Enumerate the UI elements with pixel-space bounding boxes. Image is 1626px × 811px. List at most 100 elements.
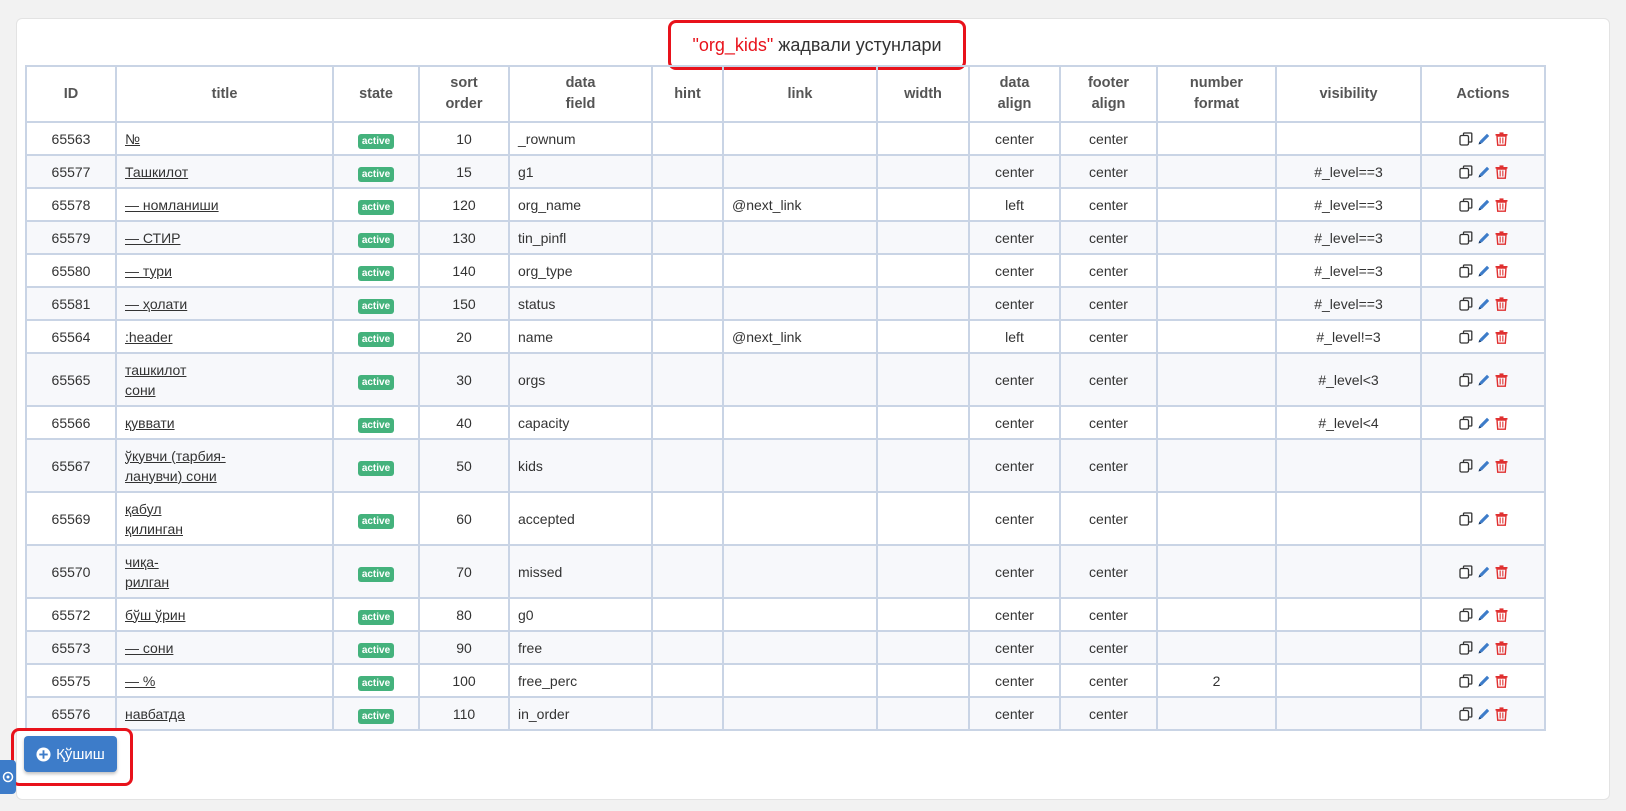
copy-icon[interactable] — [1458, 131, 1473, 146]
cell-visibility: #_level!=3 — [1275, 319, 1422, 354]
add-button[interactable]: Қўшиш — [24, 736, 117, 772]
delete-trash-icon[interactable] — [1495, 640, 1508, 655]
edit-pencil-icon[interactable] — [1477, 297, 1491, 311]
title-link[interactable]: қуввати — [125, 415, 175, 431]
column-header-title: title — [115, 65, 334, 123]
cell-title: қуввати — [115, 405, 334, 440]
cell-hint — [651, 187, 724, 222]
edit-pencil-icon[interactable] — [1477, 608, 1491, 622]
cell-title: — ҳолати — [115, 286, 334, 321]
cell-actions — [1420, 121, 1546, 156]
title-link[interactable]: қабул қилинган — [125, 501, 183, 537]
cell-data-field: tin_pinfl — [508, 220, 653, 255]
copy-icon[interactable] — [1458, 296, 1473, 311]
cell-footer-align: center — [1059, 121, 1158, 156]
edit-pencil-icon[interactable] — [1477, 641, 1491, 655]
delete-trash-icon[interactable] — [1495, 296, 1508, 311]
delete-trash-icon[interactable] — [1495, 372, 1508, 387]
copy-icon[interactable] — [1458, 230, 1473, 245]
cell-data-field: missed — [508, 544, 653, 599]
title-link[interactable]: бўш ўрин — [125, 607, 185, 623]
copy-icon[interactable] — [1458, 329, 1473, 344]
title-link[interactable]: — СТИР — [125, 230, 181, 246]
cell-footer-align: center — [1059, 220, 1158, 255]
delete-trash-icon[interactable] — [1495, 511, 1508, 526]
delete-trash-icon[interactable] — [1495, 564, 1508, 579]
title-link[interactable]: — сони — [125, 640, 173, 656]
table-row: 65581 — ҳолати active 150 status center center… — [25, 286, 1546, 321]
cell-visibility: #_level<3 — [1275, 352, 1422, 407]
delete-trash-icon[interactable] — [1495, 329, 1508, 344]
cell-title: — СТИР — [115, 220, 334, 255]
copy-icon[interactable] — [1458, 511, 1473, 526]
title-link[interactable]: — % — [125, 673, 155, 689]
edit-pencil-icon[interactable] — [1477, 565, 1491, 579]
copy-icon[interactable] — [1458, 564, 1473, 579]
copy-icon[interactable] — [1458, 372, 1473, 387]
title-link[interactable]: — ҳолати — [125, 296, 187, 312]
cell-sort-order: 50 — [418, 438, 510, 493]
cell-state: active — [332, 121, 420, 156]
cell-hint — [651, 696, 724, 731]
cell-actions — [1420, 220, 1546, 255]
cell-state: active — [332, 286, 420, 321]
add-button-label: Қўшиш — [56, 745, 105, 763]
copy-icon[interactable] — [1458, 263, 1473, 278]
title-link[interactable]: навбатда — [125, 706, 185, 722]
copy-icon[interactable] — [1458, 164, 1473, 179]
title-link[interactable]: — тури — [125, 263, 172, 279]
edit-pencil-icon[interactable] — [1477, 132, 1491, 146]
table-name: "org_kids" — [692, 34, 774, 55]
title-link[interactable]: Ташкилот — [125, 164, 188, 180]
edit-pencil-icon[interactable] — [1477, 512, 1491, 526]
copy-icon[interactable] — [1458, 673, 1473, 688]
title-link[interactable]: № — [125, 131, 140, 147]
cell-id: 65576 — [25, 696, 117, 731]
cell-actions — [1420, 696, 1546, 731]
edit-pencil-icon[interactable] — [1477, 198, 1491, 212]
cell-state: active — [332, 597, 420, 632]
title-link[interactable]: ташкилот сони — [125, 362, 186, 398]
delete-trash-icon[interactable] — [1495, 607, 1508, 622]
cell-data-align: left — [968, 187, 1061, 222]
edit-pencil-icon[interactable] — [1477, 373, 1491, 387]
title-link[interactable]: ўкувчи (тарбия- ланувчи) сони — [125, 448, 226, 484]
delete-trash-icon[interactable] — [1495, 706, 1508, 721]
delete-trash-icon[interactable] — [1495, 197, 1508, 212]
copy-icon[interactable] — [1458, 640, 1473, 655]
delete-trash-icon[interactable] — [1495, 164, 1508, 179]
title-link[interactable]: :header — [125, 329, 172, 345]
cell-visibility — [1275, 597, 1422, 632]
cell-data-align: center — [968, 663, 1061, 698]
side-handle[interactable] — [0, 760, 16, 794]
copy-icon[interactable] — [1458, 415, 1473, 430]
edit-pencil-icon[interactable] — [1477, 707, 1491, 721]
status-badge: active — [357, 609, 395, 625]
edit-pencil-icon[interactable] — [1477, 264, 1491, 278]
delete-trash-icon[interactable] — [1495, 415, 1508, 430]
cell-link — [722, 220, 878, 255]
copy-icon[interactable] — [1458, 607, 1473, 622]
title-link[interactable]: чиқа- рилган — [125, 554, 169, 590]
cell-state: active — [332, 663, 420, 698]
copy-icon[interactable] — [1458, 197, 1473, 212]
edit-pencil-icon[interactable] — [1477, 674, 1491, 688]
delete-trash-icon[interactable] — [1495, 263, 1508, 278]
delete-trash-icon[interactable] — [1495, 131, 1508, 146]
edit-pencil-icon[interactable] — [1477, 165, 1491, 179]
edit-pencil-icon[interactable] — [1477, 231, 1491, 245]
edit-pencil-icon[interactable] — [1477, 416, 1491, 430]
delete-trash-icon[interactable] — [1495, 230, 1508, 245]
cell-sort-order: 80 — [418, 597, 510, 632]
title-link[interactable]: — номланиши — [125, 197, 219, 213]
edit-pencil-icon[interactable] — [1477, 459, 1491, 473]
column-header-data-align: data align — [968, 65, 1061, 123]
copy-icon[interactable] — [1458, 706, 1473, 721]
cell-state: active — [332, 491, 420, 546]
copy-icon[interactable] — [1458, 458, 1473, 473]
cell-visibility — [1275, 630, 1422, 665]
delete-trash-icon[interactable] — [1495, 458, 1508, 473]
delete-trash-icon[interactable] — [1495, 673, 1508, 688]
cell-sort-order: 15 — [418, 154, 510, 189]
edit-pencil-icon[interactable] — [1477, 330, 1491, 344]
